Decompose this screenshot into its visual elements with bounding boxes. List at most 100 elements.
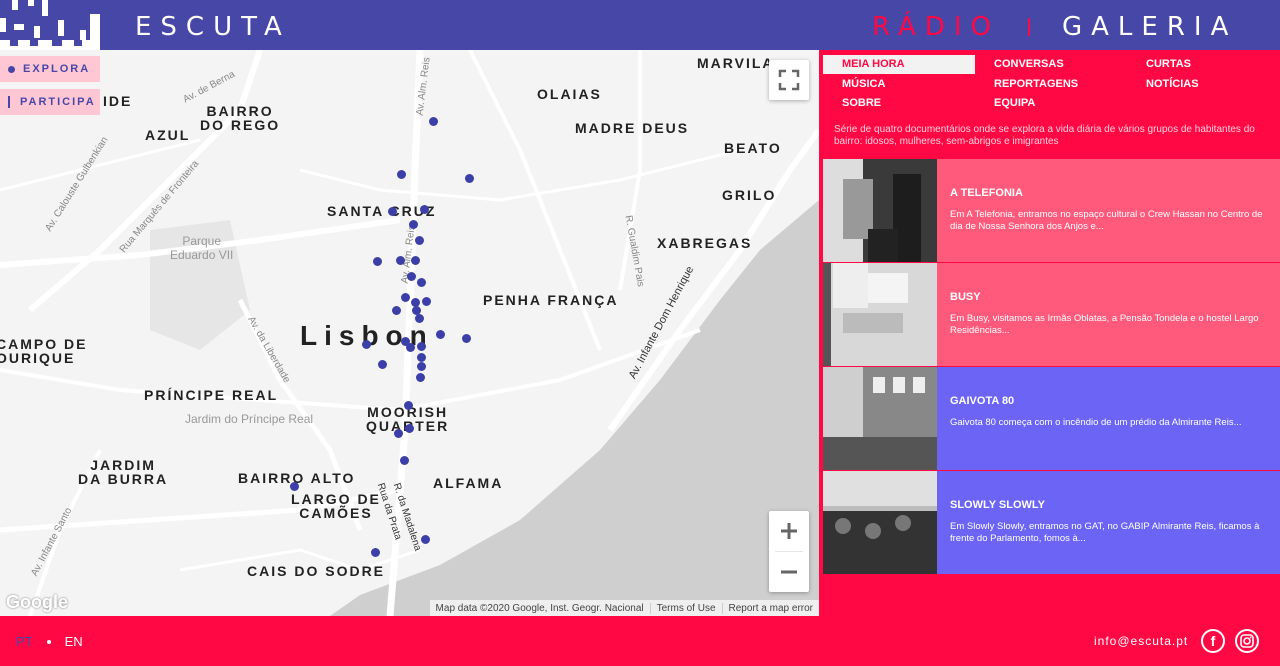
place-label: LARGO DE CAMÕES xyxy=(291,491,381,521)
program-description: Série de quatro documentários onde se ex… xyxy=(834,124,1255,147)
map-pin[interactable] xyxy=(397,170,406,179)
map-pin[interactable] xyxy=(406,343,415,352)
menu-musica[interactable]: MÚSICA xyxy=(823,75,975,94)
episode-title: GAIVOTA 80 xyxy=(950,395,1015,407)
map-pin[interactable] xyxy=(409,220,418,229)
nav-separator xyxy=(1028,18,1030,36)
google-logo[interactable]: Google xyxy=(6,592,68,613)
place-label: BEATO xyxy=(724,140,782,156)
episode-excerpt: Em Slowly Slowly, entramos no GAT, no GA… xyxy=(950,521,1260,544)
galeria-link[interactable]: GALERIA xyxy=(1062,12,1237,42)
map-pin[interactable] xyxy=(394,429,403,438)
place-label: JARDIM DA BURRA xyxy=(78,457,169,487)
map-pin[interactable] xyxy=(396,256,405,265)
map-pin[interactable] xyxy=(422,297,431,306)
report-error-link[interactable]: Report a map error xyxy=(721,602,819,614)
map-pin[interactable] xyxy=(373,257,382,266)
episode-thumbnail xyxy=(823,263,937,366)
episode-thumbnail xyxy=(823,471,937,574)
lang-pt[interactable]: PT xyxy=(16,634,33,649)
map-pin[interactable] xyxy=(465,174,474,183)
episode-thumbnail xyxy=(823,367,937,470)
episode-card[interactable]: GAIVOTA 80 Gaivota 80 começa com o incên… xyxy=(823,367,1280,470)
map-pin[interactable] xyxy=(429,117,438,126)
episode-excerpt: Em Busy, visitamos as Irmãs Oblatas, a P… xyxy=(950,313,1259,336)
menu-meia-hora[interactable]: MEIA HORA xyxy=(823,55,975,74)
instagram-icon[interactable] xyxy=(1235,629,1259,653)
map-pin[interactable] xyxy=(416,373,425,382)
place-label: CAIS DO SODRE xyxy=(247,563,386,579)
explora-button[interactable]: EXPLORA xyxy=(0,56,100,82)
place-label: MADRE DEUS xyxy=(575,120,690,136)
radio-link[interactable]: RÁDIO xyxy=(872,12,1000,42)
map-pin[interactable] xyxy=(401,293,410,302)
zoom-in-button[interactable] xyxy=(769,511,809,551)
participa-button[interactable]: PARTICIPA xyxy=(0,89,100,115)
place-label: CAMPO DE OURIQUE xyxy=(0,336,88,366)
map-pin[interactable] xyxy=(420,205,429,214)
menu-noticias[interactable]: NOTÍCIAS xyxy=(1127,75,1279,94)
lang-en[interactable]: EN xyxy=(65,634,83,649)
place-label: AZUL xyxy=(145,127,191,143)
map-pin[interactable] xyxy=(436,330,445,339)
escuta-logo[interactable] xyxy=(0,0,100,50)
menu-conversas[interactable]: CONVERSAS xyxy=(975,55,1127,74)
map-pin[interactable] xyxy=(421,535,430,544)
map-pin[interactable] xyxy=(462,334,471,343)
map-pin[interactable] xyxy=(405,424,414,433)
facebook-icon[interactable]: f xyxy=(1201,629,1225,653)
program-panel: MEIA HORA CONVERSAS CURTAS MÚSICA REPORT… xyxy=(819,50,1280,616)
dot-icon xyxy=(8,65,15,73)
footer: PT EN info@escuta.pt f xyxy=(0,616,1280,666)
map-pin[interactable] xyxy=(411,256,420,265)
episode-thumbnail xyxy=(823,159,937,262)
place-label: OLAIAS xyxy=(537,86,602,102)
map-pin[interactable] xyxy=(417,342,426,351)
map-pin[interactable] xyxy=(404,401,413,410)
menu-reportagens[interactable]: REPORTAGENS xyxy=(975,75,1127,94)
place-label: GRILO xyxy=(722,187,777,203)
episode-card[interactable]: SLOWLY SLOWLY Em Slowly Slowly, entramos… xyxy=(823,471,1280,574)
map-pin[interactable] xyxy=(388,207,397,216)
explora-label: EXPLORA xyxy=(23,63,91,75)
park-label: Parque Eduardo VII xyxy=(170,234,234,262)
bar-icon xyxy=(8,96,10,108)
map-pin[interactable] xyxy=(417,362,426,371)
place-label: BAIRRO DO REGO xyxy=(200,103,281,133)
map-pin[interactable] xyxy=(378,360,387,369)
map-pin[interactable] xyxy=(415,236,424,245)
episode-card[interactable]: A TELEFONIA Em A Telefonia, entramos no … xyxy=(823,159,1280,262)
map-pin[interactable] xyxy=(417,353,426,362)
map-pin[interactable] xyxy=(400,456,409,465)
menu-curtas[interactable]: CURTAS xyxy=(1127,55,1279,74)
place-label: MARVILA xyxy=(697,55,775,71)
menu-sobre[interactable]: SOBRE xyxy=(823,94,975,113)
fullscreen-button[interactable] xyxy=(769,60,809,100)
menu-equipa[interactable]: EQUIPA xyxy=(975,94,1127,113)
plus-icon xyxy=(781,523,797,539)
episode-card[interactable]: BUSY Em Busy, visitamos as Irmãs Oblatas… xyxy=(823,263,1280,366)
fullscreen-icon xyxy=(778,69,800,91)
map-pin[interactable] xyxy=(392,306,401,315)
email-link[interactable]: info@escuta.pt xyxy=(1094,634,1188,648)
language-switcher: PT EN xyxy=(16,634,83,649)
episode-excerpt: Em A Telefonia, entramos no espaço cultu… xyxy=(950,209,1263,232)
header: ESCUTA RÁDIO GALERIA xyxy=(0,0,1280,50)
minus-icon xyxy=(781,570,797,574)
map-pin[interactable] xyxy=(417,278,426,287)
place-label: PENHA FRANÇA xyxy=(483,292,619,308)
zoom-out-button[interactable] xyxy=(769,552,809,592)
place-label: IDE xyxy=(103,93,133,109)
lang-separator xyxy=(46,639,51,644)
map[interactable]: MARVILA OLAIAS MADRE DEUS BEATO GRILO XA… xyxy=(0,50,819,616)
map-pin[interactable] xyxy=(371,548,380,557)
terms-link[interactable]: Terms of Use xyxy=(649,602,722,614)
map-pin[interactable] xyxy=(415,314,424,323)
site-title[interactable]: ESCUTA xyxy=(135,12,291,42)
map-pin[interactable] xyxy=(407,272,416,281)
map-attribution: Map data ©2020 Google, Inst. Geogr. Naci… xyxy=(429,600,819,616)
map-data-credit: Map data ©2020 Google, Inst. Geogr. Naci… xyxy=(435,602,644,614)
episode-title: A TELEFONIA xyxy=(950,187,1023,199)
map-pin[interactable] xyxy=(362,340,371,349)
map-pin[interactable] xyxy=(290,482,299,491)
